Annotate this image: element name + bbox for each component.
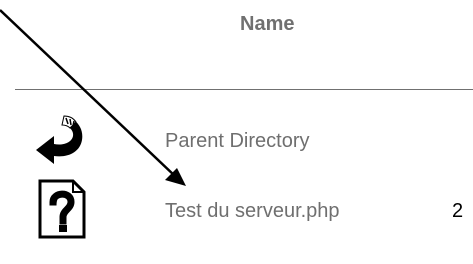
back-arrow-icon — [36, 115, 83, 164]
parent-directory-link[interactable]: Parent Directory — [165, 130, 310, 153]
header-divider — [15, 89, 473, 90]
test-du-serveur-link[interactable]: Test du serveur.php — [165, 200, 340, 223]
unknown-file-icon — [38, 179, 86, 239]
column-header-name[interactable]: Name — [240, 13, 294, 36]
file-size: 2 — [452, 200, 464, 222]
